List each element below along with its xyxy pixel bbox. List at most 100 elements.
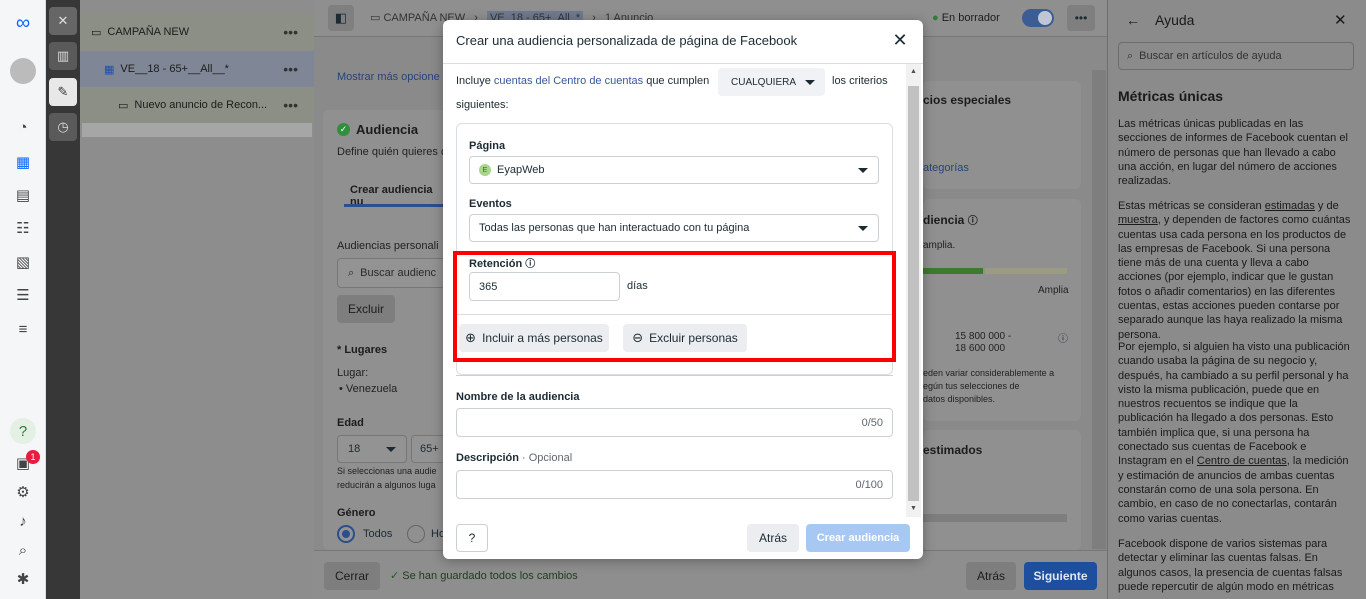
section-divider [456, 375, 893, 376]
back-button[interactable]: Atrás [966, 562, 1016, 590]
menu-icon[interactable]: ≡ [10, 316, 36, 342]
audiences-icon[interactable]: ☷ [10, 215, 36, 241]
estimated-title: estimados [923, 443, 983, 457]
match-any-value: CUALQUIERA [731, 76, 797, 88]
close-icon[interactable]: ✕ [1334, 11, 1347, 29]
tab-underline [344, 204, 448, 207]
stats-icon[interactable]: ▥ [49, 42, 77, 70]
age-min-select[interactable]: 18 [337, 435, 407, 463]
help-p2-b: y de [1314, 200, 1339, 212]
places-label: * Lugares [337, 344, 388, 356]
categories-link[interactable]: ategorías [923, 162, 969, 174]
help-paragraph-2: Estas métricas se consideran estimadas y… [1118, 199, 1354, 342]
broad-label: Amplia [1038, 285, 1069, 296]
place-value: Venezuela [345, 383, 398, 395]
events-value: Todas las personas que han interactuado … [479, 222, 750, 234]
sidebar-toggle-icon[interactable]: ◧ [328, 5, 354, 31]
audience-card: ✓ Audiencia Define quién quieres c Crear… [323, 110, 448, 550]
help-icon[interactable]: ? [10, 418, 36, 444]
gender-all-label: Todos [363, 528, 393, 540]
more-options-icon[interactable]: ••• [1067, 5, 1095, 31]
reach-note-3: datos disponibles. [923, 394, 996, 404]
estimated-link[interactable]: estimadas [1265, 200, 1315, 212]
retention-highlight [453, 251, 896, 362]
more-icon[interactable]: ••• [283, 97, 298, 113]
description-input[interactable]: 0/100 [456, 470, 893, 499]
dialog-scrollbar[interactable]: ▲ ▼ [906, 64, 921, 517]
history-icon[interactable]: ◷ [49, 113, 77, 141]
tree-horizontal-scrollbar[interactable] [82, 123, 312, 137]
campaigns-table-icon[interactable]: ▦ [10, 149, 36, 175]
avatar[interactable] [10, 58, 36, 84]
gender-men-radio[interactable] [407, 525, 425, 543]
audience-name-label: Nombre de la audiencia [456, 391, 580, 403]
catalog-icon[interactable]: ▧ [10, 249, 36, 275]
help-paragraph-1: Las métricas únicas publicadas en las se… [1118, 118, 1348, 188]
audience-def-sub: amplia. [923, 240, 956, 251]
audience-name-input[interactable]: 0/50 [456, 408, 893, 437]
dashboard-icon[interactable]: ◔ [10, 114, 36, 140]
next-button[interactable]: Siguiente [1024, 562, 1097, 590]
help-title: Ayuda [1155, 12, 1195, 28]
exclude-button[interactable]: Excluir [337, 295, 395, 323]
info-icon: ⓘ [1058, 334, 1068, 345]
include-suffix: los criterios [832, 75, 888, 87]
draft-toggle[interactable] [1022, 9, 1054, 27]
description-counter: 0/100 [855, 479, 883, 491]
question-icon[interactable]: ? [456, 524, 488, 552]
tree-adset-label: VE__18 - 65+__All__* [120, 63, 229, 75]
main-scrollbar[interactable] [1092, 70, 1106, 549]
left-rail: ∞ ◔ ▦ ▤ ☷ ▧ ☰ ≡ ? ▣ 1 ⚙ ♪ ⌕ ✱ [0, 0, 46, 599]
campaign-tree: ▭ CAMPAÑA NEW ••• ▦ VE__18 - 65+__All__*… [80, 0, 314, 599]
sample-link[interactable]: muestra [1118, 214, 1158, 226]
accounts-center-link[interactable]: Centro de cuentas [1197, 455, 1287, 467]
accounts-center-link[interactable]: cuentas del Centro de cuentas [494, 75, 643, 87]
help-paragraph-4: Facebook dispone de varios sistemas para… [1118, 538, 1343, 593]
help-paragraph-3: Por ejemplo, si alguien ha visto una pub… [1118, 340, 1354, 526]
close-icon[interactable]: ✕ [49, 7, 77, 35]
folder-icon: ▭ [91, 26, 102, 39]
description-label-text: Descripción [456, 452, 519, 464]
pages-icon[interactable]: ▤ [10, 182, 36, 208]
dialog-back-button[interactable]: Atrás [747, 524, 799, 552]
close-icon[interactable]: ✕ [890, 30, 910, 50]
tree-row-adset[interactable]: ▦ VE__18 - 65+__All__* ••• [80, 51, 314, 87]
custom-audiences-label: Audiencias personali [337, 240, 439, 252]
match-any-select[interactable]: CUALQUIERA [718, 68, 825, 96]
reach-note-2: egún tus selecciones de [923, 381, 1020, 391]
search-icon: ⌕ [348, 266, 355, 279]
more-icon[interactable]: ••• [283, 24, 298, 40]
tree-campaign-label: CAMPAÑA NEW [107, 26, 190, 38]
bell-icon[interactable]: ♪ [10, 508, 36, 534]
gender-all-radio[interactable] [337, 525, 355, 543]
close-button[interactable]: Cerrar [324, 562, 380, 590]
edit-icon[interactable]: ✎ [49, 78, 77, 106]
show-more-link[interactable]: Mostrar más opcione [337, 71, 440, 83]
saved-status: ✓ Se han guardado todos los cambios [390, 569, 578, 582]
audience-search-input[interactable]: ⌕ Buscar audienc [337, 258, 448, 288]
page-select[interactable]: E EyapWeb [469, 156, 879, 184]
age-label: Edad [337, 417, 364, 429]
settings-icon[interactable]: ⚙ [10, 479, 36, 505]
back-arrow-icon[interactable]: ← [1126, 12, 1140, 28]
bug-icon[interactable]: ✱ [10, 566, 36, 592]
gender-label: Género [337, 507, 376, 519]
audience-search-placeholder: Buscar audienc [360, 267, 436, 279]
database-icon[interactable]: ☰ [10, 282, 36, 308]
description-label: Descripción · Opcional [456, 452, 572, 464]
more-icon[interactable]: ••• [283, 61, 298, 77]
tree-row-ad[interactable]: ▭ Nuevo anuncio de Recon... ••• [80, 87, 314, 123]
draft-status: ● En borrador [932, 12, 1000, 24]
help-heading: Métricas únicas [1118, 88, 1224, 104]
place-label: Lugar: [337, 367, 369, 379]
help-search-input[interactable]: ⌕ Buscar en artículos de ayuda [1118, 42, 1354, 70]
create-audience-button[interactable]: Crear audiencia [806, 524, 910, 552]
reach-value-1: 15 800 000 - [955, 331, 1012, 342]
events-select[interactable]: Todas las personas que han interactuado … [469, 214, 879, 242]
notifications-icon[interactable]: ▣ 1 [10, 450, 40, 476]
meta-logo-icon[interactable]: ∞ [10, 10, 36, 36]
search-icon[interactable]: ⌕ [10, 537, 36, 563]
check-icon: ✓ [390, 570, 400, 582]
tree-row-campaign[interactable]: ▭ CAMPAÑA NEW ••• [80, 14, 314, 50]
audience-definition-card: diencia ⓘ amplia. Amplia 15 800 000 - 18… [923, 199, 1081, 421]
